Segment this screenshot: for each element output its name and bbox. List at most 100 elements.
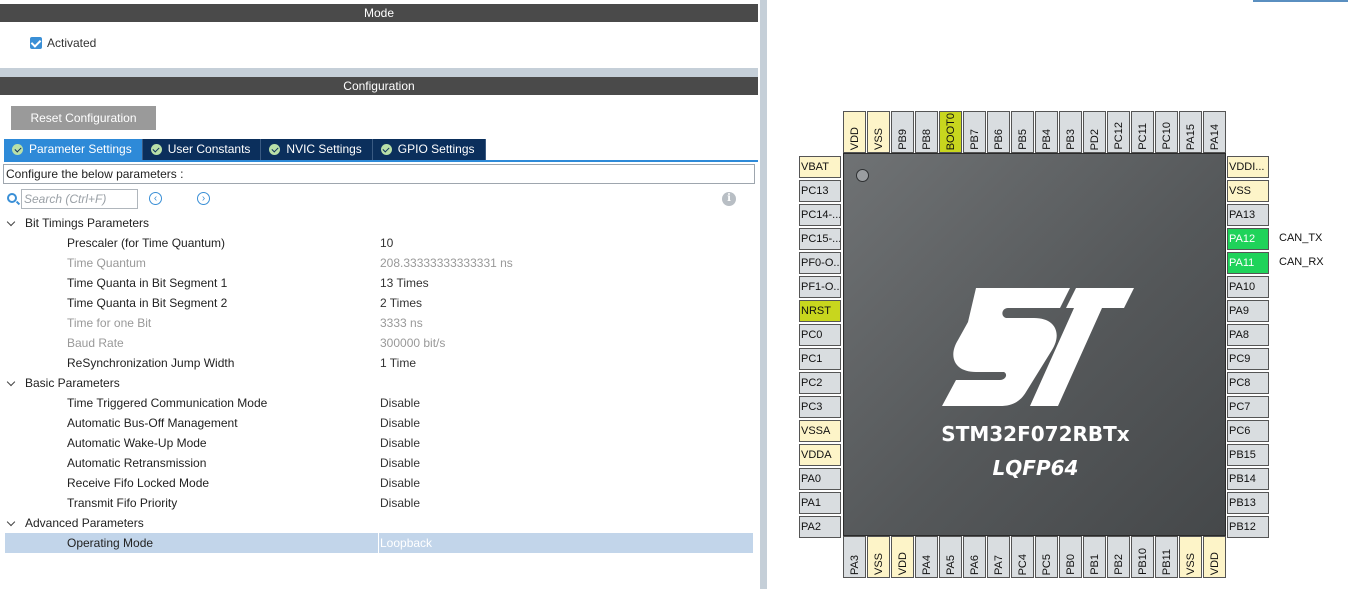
- pin-pc1[interactable]: PC1: [799, 348, 841, 370]
- pin-pc9[interactable]: PC9: [1227, 348, 1269, 370]
- search-next-button[interactable]: ›: [197, 192, 210, 205]
- chevron-down-icon[interactable]: [6, 377, 16, 387]
- pin-pa12[interactable]: PA12: [1227, 228, 1269, 250]
- pin-vssa[interactable]: VSSA: [799, 420, 841, 442]
- pin-pb3[interactable]: PB3: [1059, 111, 1082, 153]
- pin-pa2[interactable]: PA2: [799, 516, 841, 538]
- pin-pb2[interactable]: PB2: [1107, 536, 1130, 578]
- pin-pa5[interactable]: PA5: [939, 536, 962, 578]
- pin-pc0[interactable]: PC0: [799, 324, 841, 346]
- parameter-group[interactable]: Advanced Parameters: [5, 513, 753, 533]
- pin-vdd[interactable]: VDD: [1203, 536, 1226, 578]
- parameter-value[interactable]: Disable: [380, 493, 420, 513]
- pin-pa8[interactable]: PA8: [1227, 324, 1269, 346]
- pin-vss[interactable]: VSS: [1227, 180, 1269, 202]
- parameter-value[interactable]: 300000 bit/s: [380, 333, 445, 353]
- tab-gpio-settings[interactable]: GPIO Settings: [372, 139, 486, 160]
- pin-pb0[interactable]: PB0: [1059, 536, 1082, 578]
- parameter-group[interactable]: Basic Parameters: [5, 373, 753, 393]
- pin-pc10[interactable]: PC10: [1155, 111, 1178, 153]
- pin-pb9[interactable]: PB9: [891, 111, 914, 153]
- pin-nrst[interactable]: NRST: [799, 300, 841, 322]
- activated-checkbox[interactable]: [30, 37, 42, 49]
- parameter-row[interactable]: Automatic Bus-Off Management Disable: [5, 413, 753, 433]
- pin-pa13[interactable]: PA13: [1227, 204, 1269, 226]
- chevron-down-icon[interactable]: [6, 517, 16, 527]
- pin-pb14[interactable]: PB14: [1227, 468, 1269, 490]
- pin-pb12[interactable]: PB12: [1227, 516, 1269, 538]
- pin-pb4[interactable]: PB4: [1035, 111, 1058, 153]
- pin-pa7[interactable]: PA7: [987, 536, 1010, 578]
- parameter-value[interactable]: 2 Times: [380, 293, 422, 313]
- pin-pc6[interactable]: PC6: [1227, 420, 1269, 442]
- parameter-row[interactable]: Receive Fifo Locked Mode Disable: [5, 473, 753, 493]
- pin-pb5[interactable]: PB5: [1011, 111, 1034, 153]
- search-input[interactable]: [21, 189, 138, 209]
- pin-pc5[interactable]: PC5: [1035, 536, 1058, 578]
- parameter-row[interactable]: Time Triggered Communication Mode Disable: [5, 393, 753, 413]
- pin-pc4[interactable]: PC4: [1011, 536, 1034, 578]
- pin-boot0[interactable]: BOOT0: [939, 111, 962, 153]
- pin-pc14[interactable]: PC14-...: [799, 204, 841, 226]
- pin-pc3[interactable]: PC3: [799, 396, 841, 418]
- parameter-row[interactable]: Automatic Wake-Up Mode Disable: [5, 433, 753, 453]
- pin-pb13[interactable]: PB13: [1227, 492, 1269, 514]
- pin-pb1[interactable]: PB1: [1083, 536, 1106, 578]
- pin-pd2[interactable]: PD2: [1083, 111, 1106, 153]
- pin-pa6[interactable]: PA6: [963, 536, 986, 578]
- tab-nvic-settings[interactable]: NVIC Settings: [261, 139, 373, 160]
- pin-pa9[interactable]: PA9: [1227, 300, 1269, 322]
- pin-pc11[interactable]: PC11: [1131, 111, 1154, 153]
- split-divider[interactable]: [760, 0, 767, 589]
- parameter-row[interactable]: Operating Mode Loopback: [5, 533, 753, 553]
- parameter-value[interactable]: Disable: [380, 393, 420, 413]
- chevron-down-icon[interactable]: [6, 217, 16, 227]
- pin-pf1-o[interactable]: PF1-O...: [799, 276, 841, 298]
- pin-pc13[interactable]: PC13: [799, 180, 841, 202]
- tab-user-constants[interactable]: User Constants: [142, 139, 262, 160]
- parameter-row[interactable]: Time Quanta in Bit Segment 1 13 Times: [5, 273, 753, 293]
- pin-pa14[interactable]: PA14: [1203, 111, 1226, 153]
- parameter-row[interactable]: Transmit Fifo Priority Disable: [5, 493, 753, 513]
- parameter-value[interactable]: Disable: [380, 473, 420, 493]
- pin-pa0[interactable]: PA0: [799, 468, 841, 490]
- pin-pc8[interactable]: PC8: [1227, 372, 1269, 394]
- parameter-row[interactable]: Automatic Retransmission Disable: [5, 453, 753, 473]
- pin-pb11[interactable]: PB11: [1155, 536, 1178, 578]
- pin-vdda[interactable]: VDDA: [799, 444, 841, 466]
- pin-vdd[interactable]: VDD: [843, 111, 866, 153]
- pin-vss[interactable]: VSS: [1179, 536, 1202, 578]
- pin-pa10[interactable]: PA10: [1227, 276, 1269, 298]
- parameter-group[interactable]: Bit Timings Parameters: [5, 213, 753, 233]
- panel-separator[interactable]: [0, 68, 758, 77]
- pin-pc12[interactable]: PC12: [1107, 111, 1130, 153]
- pin-pb8[interactable]: PB8: [915, 111, 938, 153]
- pin-pb15[interactable]: PB15: [1227, 444, 1269, 466]
- pin-pc15[interactable]: PC15-...: [799, 228, 841, 250]
- pin-pc7[interactable]: PC7: [1227, 396, 1269, 418]
- parameter-value[interactable]: 3333 ns: [380, 313, 423, 333]
- pin-pa1[interactable]: PA1: [799, 492, 841, 514]
- parameter-value[interactable]: 1 Time: [380, 353, 416, 373]
- pin-pc2[interactable]: PC2: [799, 372, 841, 394]
- pin-pa11[interactable]: PA11: [1227, 252, 1269, 274]
- tab-parameter-settings[interactable]: Parameter Settings: [4, 139, 143, 160]
- pin-vbat[interactable]: VBAT: [799, 156, 841, 178]
- pin-pb6[interactable]: PB6: [987, 111, 1010, 153]
- pin-pf0-o[interactable]: PF0-O...: [799, 252, 841, 274]
- pin-vdd[interactable]: VDD: [891, 536, 914, 578]
- parameter-value[interactable]: 13 Times: [380, 273, 429, 293]
- pin-vddi[interactable]: VDDI...: [1227, 156, 1269, 178]
- parameter-value[interactable]: Disable: [380, 433, 420, 453]
- parameter-row[interactable]: ReSynchronization Jump Width 1 Time: [5, 353, 753, 373]
- pin-pa3[interactable]: PA3: [843, 536, 866, 578]
- info-icon[interactable]: i: [722, 192, 736, 206]
- pin-vss[interactable]: VSS: [867, 111, 890, 153]
- parameter-row[interactable]: Time for one Bit 3333 ns: [5, 313, 753, 333]
- reset-configuration-button[interactable]: Reset Configuration: [11, 106, 156, 130]
- parameter-value[interactable]: 10: [380, 233, 393, 253]
- pin-pa15[interactable]: PA15: [1179, 111, 1202, 153]
- parameter-value[interactable]: Disable: [380, 413, 420, 433]
- parameter-row[interactable]: Time Quantum 208.33333333333331 ns: [5, 253, 753, 273]
- parameter-value[interactable]: Loopback: [378, 533, 432, 553]
